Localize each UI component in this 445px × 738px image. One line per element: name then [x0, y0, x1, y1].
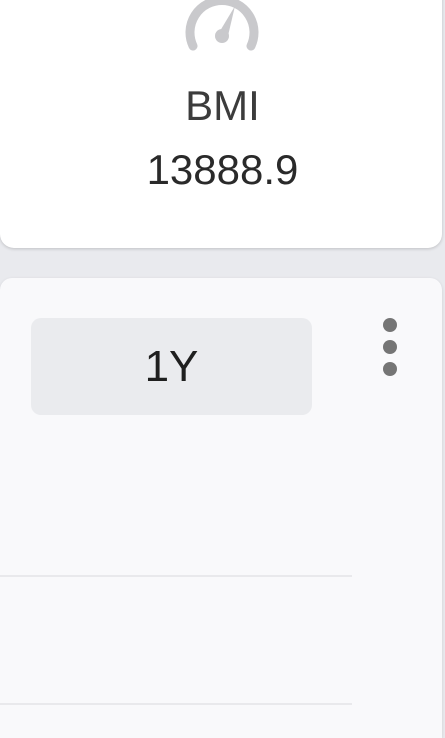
bmi-value: 13888.9 [146, 146, 299, 193]
time-range-button[interactable]: 1Y [31, 318, 312, 415]
more-vert-icon[interactable] [372, 314, 408, 378]
menu-dot [383, 318, 397, 332]
menu-dot [383, 340, 397, 354]
chart-gridline [0, 703, 352, 705]
menu-dot [383, 362, 397, 376]
bmi-label: BMI [185, 82, 260, 129]
chart-card: 1Y [0, 278, 442, 738]
speedometer-icon [185, 0, 259, 51]
bmi-card[interactable]: BMI 13888.9 [0, 0, 442, 248]
chart-gridline [0, 575, 352, 577]
